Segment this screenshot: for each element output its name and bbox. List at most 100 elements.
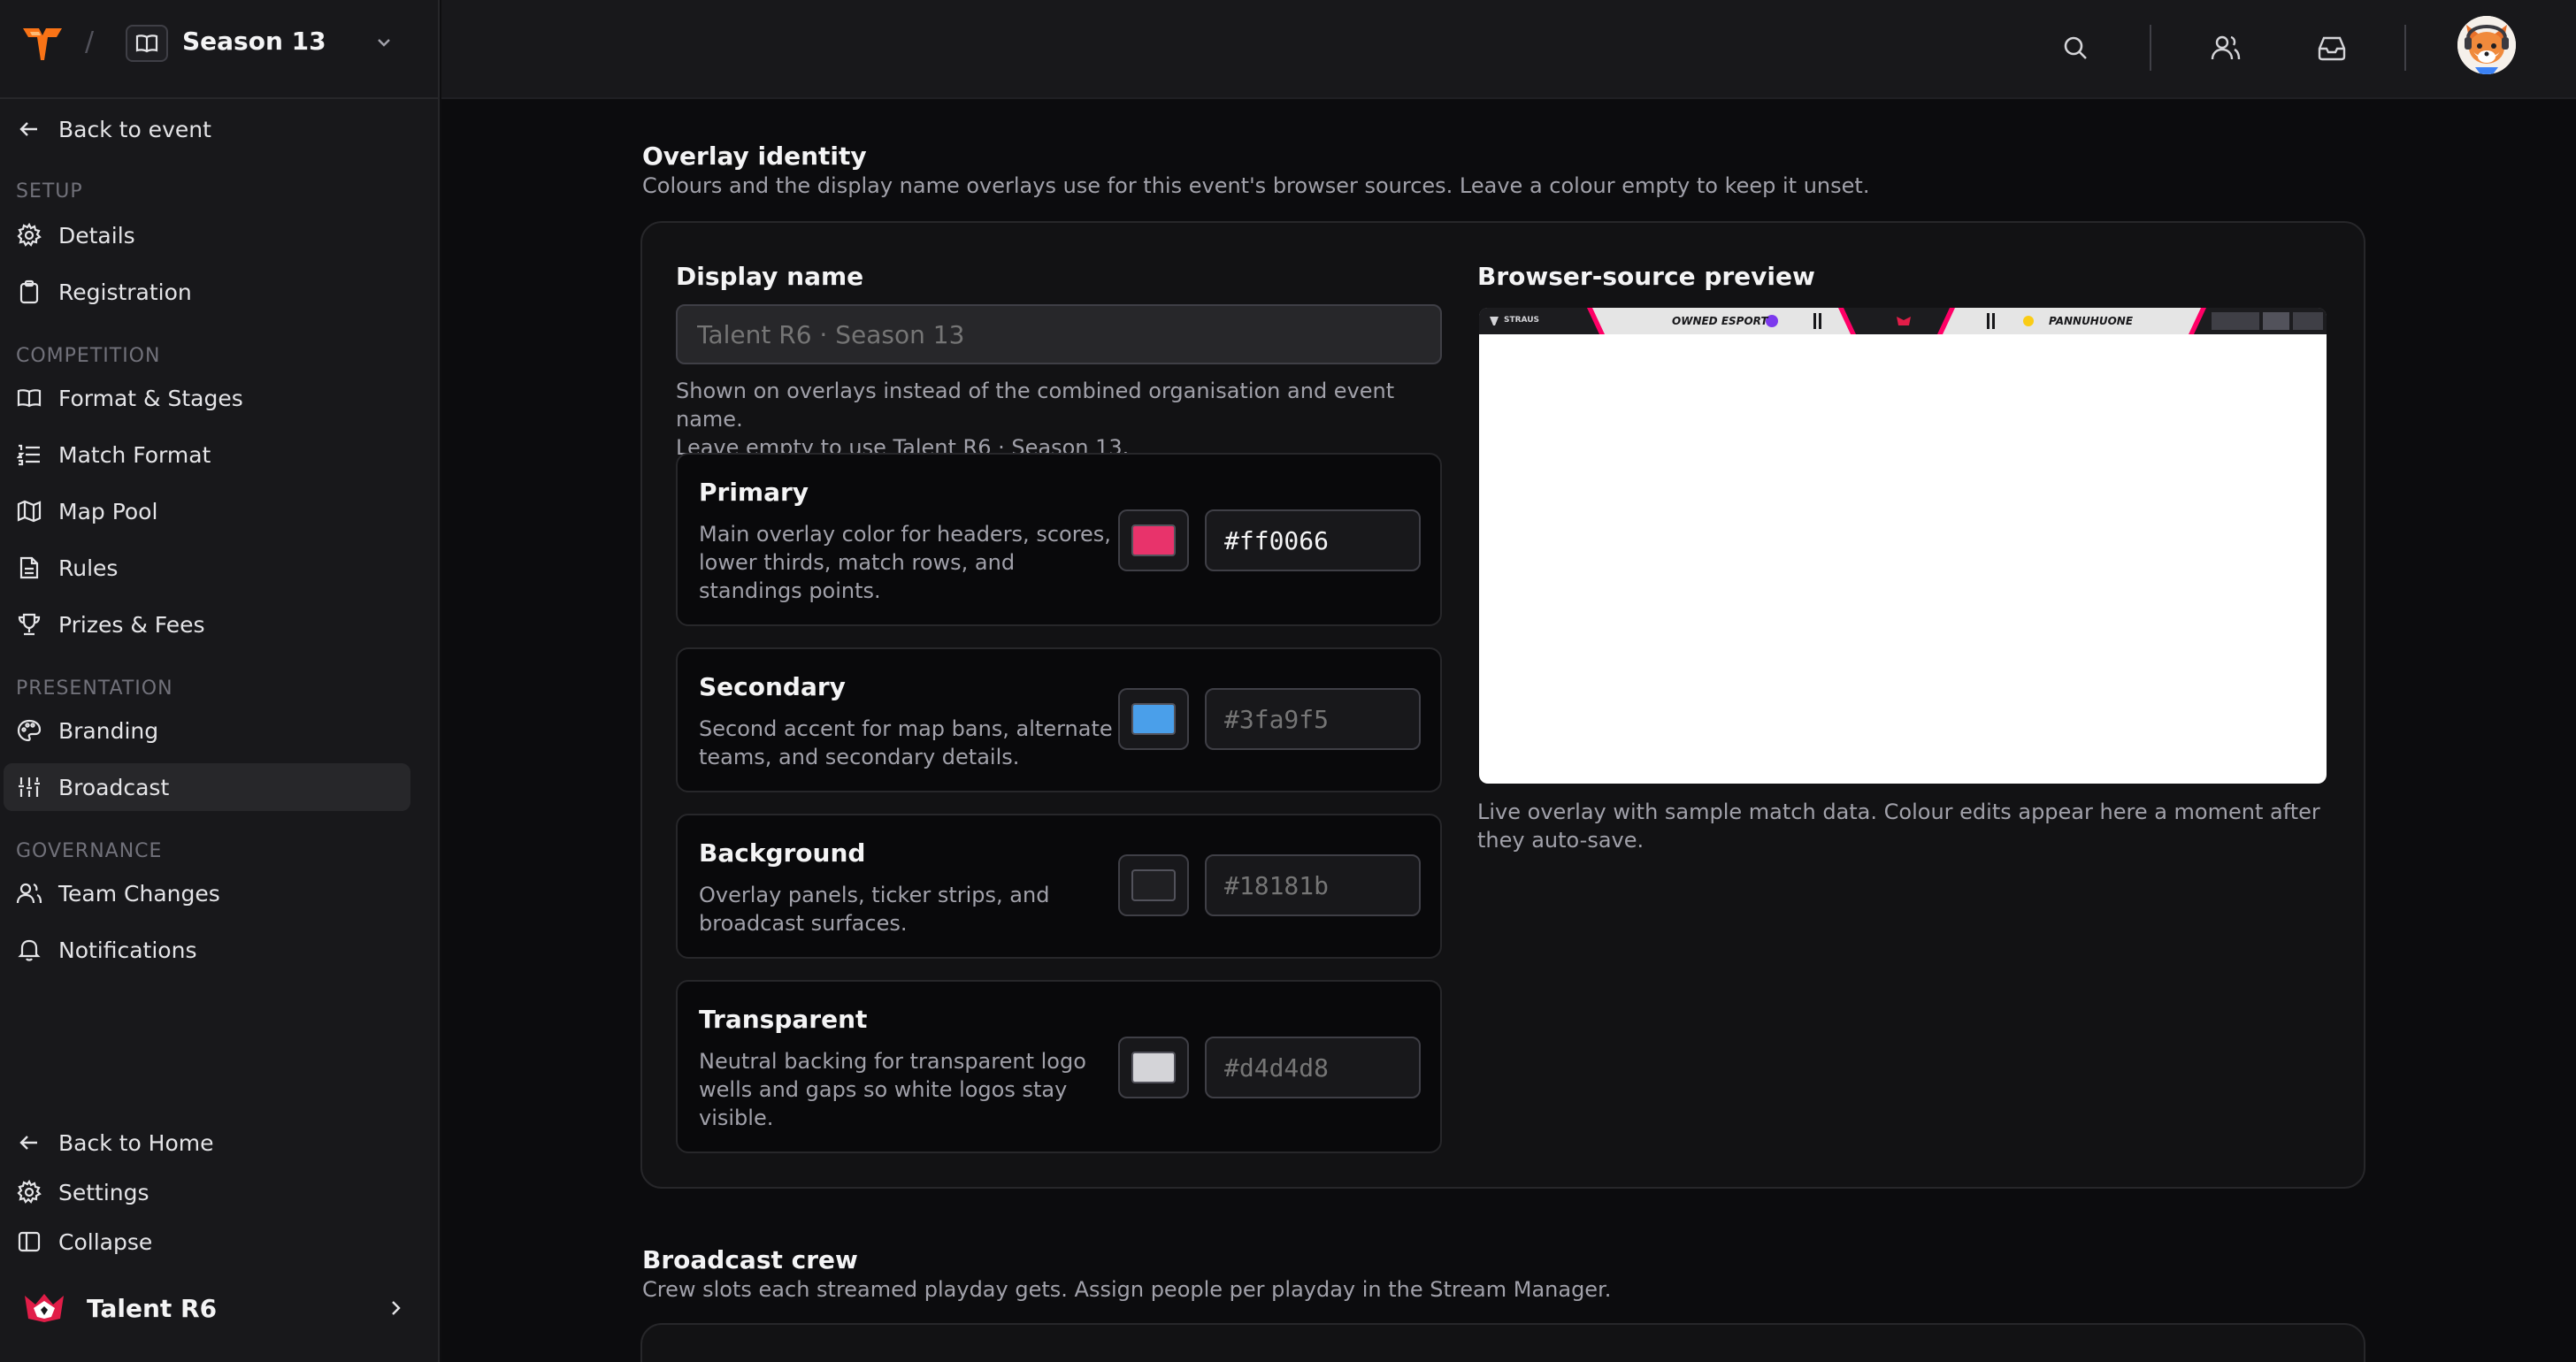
transparent-label: Transparent — [699, 1005, 868, 1034]
sidebar-item-branding[interactable]: Branding — [4, 707, 410, 754]
file-text-icon — [14, 553, 44, 583]
palette-icon — [14, 715, 44, 746]
panel-left-icon — [14, 1227, 44, 1257]
search-icon — [2064, 36, 2087, 59]
arrow-left-icon — [14, 1128, 44, 1158]
display-name-hint: Shown on overlays instead of the combine… — [676, 377, 1454, 462]
list-ordered-icon — [14, 440, 44, 470]
sidebar-item-label: Map Pool — [58, 498, 158, 524]
users-icon — [14, 878, 44, 908]
sidebar-item-broadcast[interactable]: Broadcast — [4, 763, 410, 811]
sidebar-item-label: Registration — [58, 279, 192, 305]
section-setup: SETUP — [16, 180, 83, 203]
topbar-divider — [2404, 25, 2406, 71]
breadcrumb-separator: / — [85, 27, 95, 57]
chevron-down-icon[interactable] — [373, 32, 395, 53]
sidebar-item-label: Rules — [58, 555, 119, 581]
color-card-secondary: Secondary Second accent for map bans, al… — [676, 647, 1442, 792]
sidebar-item-details[interactable]: Details — [4, 211, 410, 259]
preview-title: Browser-source preview — [1477, 262, 1815, 291]
sidebar-item-format-stages[interactable]: Format & Stages — [4, 374, 410, 422]
background-label: Background — [699, 838, 866, 868]
sidebar-item-label: Match Format — [58, 441, 211, 468]
inbox-button[interactable] — [2311, 27, 2353, 69]
sidebar-item-label: Team Changes — [58, 880, 220, 907]
settings-link[interactable]: Settings — [4, 1168, 410, 1216]
search-button[interactable] — [2054, 27, 2097, 69]
browser-source-preview: STRAUS OWNED ESPORT PANNUHUONE — [1479, 308, 2327, 784]
event-switcher-label[interactable]: Season 13 — [182, 27, 326, 56]
sidebar: / Season 13 Back to event SETUP Details … — [0, 0, 440, 1362]
arrow-left-icon — [14, 114, 44, 144]
app-logo-icon[interactable] — [21, 25, 64, 62]
overlay-corner-label: STRAUS — [1504, 316, 1540, 325]
book-icon — [14, 383, 44, 413]
section-competition: COMPETITION — [16, 345, 161, 367]
background-swatch-button[interactable] — [1118, 854, 1189, 916]
transparent-description: Neutral backing for transparent logo wel… — [699, 1049, 1086, 1130]
fox-avatar-icon — [2457, 16, 2516, 74]
primary-swatch-button[interactable] — [1118, 509, 1189, 571]
collapse-button[interactable]: Collapse — [4, 1218, 410, 1266]
secondary-swatch-button[interactable] — [1118, 688, 1189, 750]
sidebar-item-notifications[interactable]: Notifications — [4, 926, 410, 974]
users-icon — [2211, 35, 2241, 60]
sidebar-item-label: Format & Stages — [58, 385, 243, 411]
sidebar-item-label: Broadcast — [58, 774, 170, 800]
overlay-identity-description: Colours and the display name overlays us… — [642, 173, 1870, 198]
sidebar-item-map-pool[interactable]: Map Pool — [4, 487, 410, 535]
overlay-team-left: OWNED ESPORT — [1672, 315, 1768, 327]
primary-hex-input[interactable] — [1205, 509, 1421, 571]
secondary-label: Secondary — [699, 672, 846, 701]
gear-icon — [14, 1177, 44, 1207]
transparent-hex-input[interactable] — [1205, 1037, 1421, 1098]
secondary-swatch — [1131, 703, 1176, 735]
color-card-transparent: Transparent Neutral backing for transpar… — [676, 980, 1442, 1153]
collapse-label: Collapse — [58, 1228, 153, 1255]
people-button[interactable] — [2204, 27, 2247, 69]
secondary-hex-input[interactable] — [1205, 688, 1421, 750]
primary-swatch — [1131, 524, 1176, 556]
sidebar-item-label: Notifications — [58, 937, 197, 963]
top-bar — [441, 0, 2576, 99]
background-swatch — [1131, 869, 1176, 901]
team-switcher[interactable]: Talent R6 — [0, 1277, 440, 1339]
section-governance: GOVERNANCE — [16, 840, 163, 862]
back-to-event-label: Back to event — [58, 116, 211, 142]
inbox-icon — [2318, 36, 2346, 61]
primary-description: Main overlay color for headers, scores, … — [699, 522, 1111, 603]
book-icon — [135, 34, 158, 53]
map-icon — [14, 496, 44, 526]
display-name-hint-line: Shown on overlays instead of the combine… — [676, 379, 1395, 432]
display-name-input[interactable] — [676, 304, 1442, 364]
sidebar-item-registration[interactable]: Registration — [4, 268, 410, 316]
user-avatar[interactable] — [2457, 16, 2516, 74]
team-logo-icon — [25, 1294, 64, 1322]
chevron-right-icon — [392, 1301, 401, 1315]
sidebar-item-rules[interactable]: Rules — [4, 544, 410, 592]
background-hex-input[interactable] — [1205, 854, 1421, 916]
back-to-event-link[interactable]: Back to event — [4, 105, 410, 153]
broadcast-crew-description: Crew slots each streamed playday gets. A… — [642, 1277, 1612, 1302]
primary-label: Primary — [699, 478, 809, 507]
preview-caption: Live overlay with sample match data. Col… — [1477, 800, 2320, 853]
transparent-swatch — [1131, 1052, 1176, 1083]
sidebar-item-team-changes[interactable]: Team Changes — [4, 869, 410, 917]
trophy-icon — [14, 609, 44, 639]
overlay-scoreboard-strip: STRAUS OWNED ESPORT PANNUHUONE — [1479, 308, 2327, 334]
event-icon-box — [126, 25, 168, 62]
color-card-primary: Primary Main overlay color for headers, … — [676, 453, 1442, 626]
back-to-home-link[interactable]: Back to Home — [4, 1119, 410, 1167]
section-presentation: PRESENTATION — [16, 677, 173, 700]
sidebar-item-match-format[interactable]: Match Format — [4, 431, 410, 478]
color-card-background: Background Overlay panels, ticker strips… — [676, 814, 1442, 959]
sidebar-item-prizes-fees[interactable]: Prizes & Fees — [4, 601, 410, 648]
broadcast-crew-card — [640, 1323, 2365, 1362]
sidebar-item-label: Branding — [58, 717, 159, 744]
background-description: Overlay panels, ticker strips, and broad… — [699, 883, 1050, 936]
gear-icon — [14, 220, 44, 250]
sidebar-item-label: Prizes & Fees — [58, 611, 205, 638]
sidebar-item-label: Details — [58, 222, 135, 249]
scoreboard-graphic — [1479, 308, 2327, 334]
transparent-swatch-button[interactable] — [1118, 1037, 1189, 1098]
